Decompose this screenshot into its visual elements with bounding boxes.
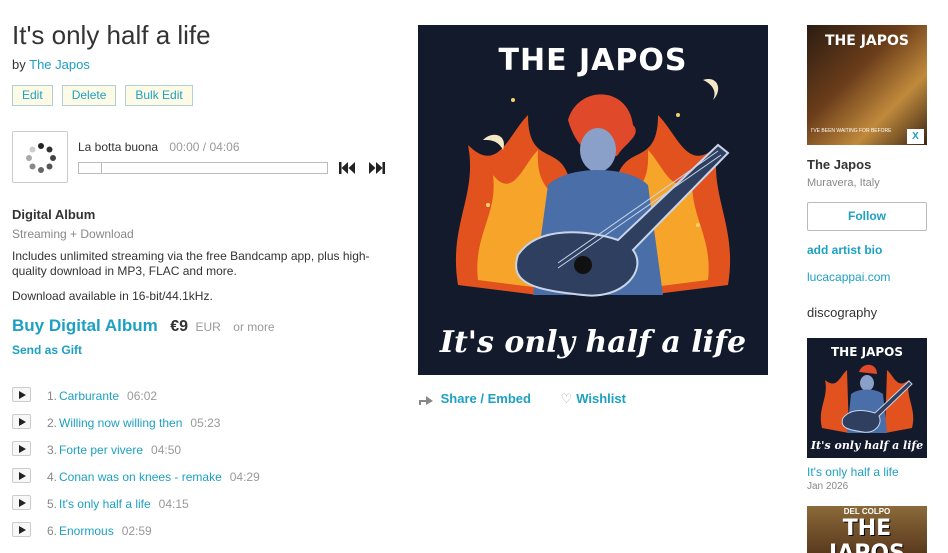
progress-bar[interactable]: [78, 162, 328, 174]
track-number: 5.: [46, 497, 57, 511]
discography-art-2-title: THE JAPOS: [829, 516, 905, 553]
edit-button[interactable]: Edit: [12, 85, 53, 106]
artist-photo[interactable]: THE JAPOS I'VE BEEN WAITING FOR BEFORE: [807, 25, 927, 145]
track-number: 4.: [46, 470, 57, 484]
track-row: 1. Carburante 06:02: [12, 386, 402, 413]
share-embed-link[interactable]: Share / Embed: [441, 391, 531, 406]
discography-art-subtitle: It's only half a life: [810, 439, 924, 452]
buy-row: Buy Digital Album €9 EUR or more: [12, 316, 275, 336]
track-title-wrap: Carburante 06:02: [59, 389, 157, 403]
track-play-icon[interactable]: [12, 522, 31, 537]
track-title-wrap: Forte per vivere 04:50: [59, 443, 181, 457]
next-track-icon[interactable]: [368, 161, 386, 175]
edit-toolbar: Edit Delete Bulk Edit: [12, 85, 193, 106]
artist-photo-title: THE JAPOS: [825, 33, 909, 49]
discography-item-art[interactable]: THE JAPOS It's only half a life: [807, 338, 927, 458]
price: €9: [170, 318, 189, 335]
guitarist-illustration: [455, 79, 731, 297]
now-playing: La botta buona 00:00 / 04:06: [78, 140, 240, 154]
track-play-icon[interactable]: [12, 441, 31, 456]
album-cover[interactable]: THE JAPOS It's only half a life: [418, 25, 768, 375]
track-number: 1.: [46, 389, 57, 403]
playback-time: 00:00 / 04:06: [169, 140, 239, 154]
discography-item-date: Jan 2026: [807, 481, 849, 492]
bulk-edit-button[interactable]: Bulk Edit: [125, 85, 193, 106]
cover-album-title: It's only half a life: [439, 325, 747, 360]
share-row: Share / Embed ♡ Wishlist: [418, 391, 626, 407]
track-title-wrap: It's only half a life 04:15: [59, 497, 189, 511]
elapsed-time: 00:00: [169, 140, 200, 154]
heart-icon: ♡: [560, 391, 573, 406]
loading-spinner-icon: [26, 143, 56, 173]
delete-button[interactable]: Delete: [61, 85, 117, 106]
track-number: 6.: [46, 524, 57, 538]
track-play-icon[interactable]: [12, 468, 31, 483]
now-playing-title: La botta buona: [78, 140, 159, 154]
track-row: 2. Willing now willing then 05:23: [12, 413, 402, 440]
artist-name: The Japos: [807, 157, 872, 172]
follow-button[interactable]: Follow: [807, 202, 927, 231]
send-as-gift-link[interactable]: Send as Gift: [12, 343, 82, 357]
track-title-wrap: Enormous 02:59: [59, 524, 152, 538]
track-play-icon[interactable]: [12, 495, 31, 510]
track-duration: 02:59: [121, 524, 152, 538]
track-list: 1. Carburante 06:02 2. Willing now willing t…: [12, 386, 402, 548]
wishlist-label: Wishlist: [576, 391, 626, 406]
track-play-icon[interactable]: [12, 387, 31, 402]
discography-heading: discography: [807, 305, 878, 320]
track-title[interactable]: It's only half a life: [59, 497, 151, 511]
track-row: 4. Conan was on knees - remake 04:29: [12, 467, 402, 494]
track-play-icon[interactable]: [12, 414, 31, 429]
artist-photo-footer: I'VE BEEN WAITING FOR BEFORE: [811, 128, 892, 134]
byline-prefix: by: [12, 57, 26, 72]
track-row: 3. Forte per vivere 04:50: [12, 440, 402, 467]
artist-location: Muravera, Italy: [807, 177, 880, 189]
discography-item-art-2[interactable]: DEL COLPO THE JAPOS: [807, 506, 927, 553]
previous-track-icon[interactable]: [338, 161, 356, 175]
track-number: 3.: [46, 443, 57, 457]
track-duration: 06:02: [127, 389, 158, 403]
remove-photo-button[interactable]: X: [907, 129, 924, 144]
progress-thumb[interactable]: [78, 162, 102, 174]
buy-digital-album-button[interactable]: Buy Digital Album: [12, 316, 158, 335]
add-artist-bio-link[interactable]: add artist bio: [807, 243, 882, 257]
track-duration: 05:23: [190, 416, 221, 430]
album-title: It's only half a life: [12, 20, 211, 50]
download-availability: Download available in 16-bit/44.1kHz.: [12, 289, 213, 303]
play-pause-button[interactable]: [12, 131, 68, 183]
time-separator: /: [202, 140, 207, 154]
track-row: 6. Enormous 02:59: [12, 521, 402, 548]
track-number: 2.: [46, 416, 57, 430]
track-title[interactable]: Willing now willing then: [59, 416, 182, 430]
track-title-wrap: Willing now willing then 05:23: [59, 416, 220, 430]
discography-art-2-top: DEL COLPO: [843, 507, 891, 516]
wishlist-link[interactable]: ♡ Wishlist: [561, 391, 626, 406]
track-title[interactable]: Carburante: [59, 389, 119, 403]
artist-website-link[interactable]: lucacappai.com: [807, 270, 890, 284]
track-title[interactable]: Conan was on knees - remake: [59, 470, 222, 484]
track-duration: 04:29: [229, 470, 260, 484]
track-title[interactable]: Enormous: [59, 524, 114, 538]
share-icon[interactable]: [418, 394, 434, 406]
track-title[interactable]: Forte per vivere: [59, 443, 143, 457]
byline: by The Japos: [12, 57, 90, 72]
digital-album-heading: Digital Album: [12, 207, 96, 222]
or-more-label: or more: [233, 320, 275, 334]
digital-album-description: Includes unlimited streaming via the fre…: [12, 249, 370, 278]
track-title-wrap: Conan was on knees - remake 04:29: [59, 470, 260, 484]
currency: EUR: [195, 320, 221, 334]
discography-item-title[interactable]: It's only half a life: [807, 465, 899, 479]
track-duration: 04:06: [209, 140, 240, 154]
artist-link[interactable]: The Japos: [29, 57, 90, 72]
track-duration: 04:50: [151, 443, 182, 457]
audio-player: La botta buona 00:00 / 04:06: [12, 131, 402, 183]
digital-album-subtitle: Streaming + Download: [12, 227, 134, 241]
track-row: 5. It's only half a life 04:15: [12, 494, 402, 521]
track-duration: 04:15: [158, 497, 189, 511]
